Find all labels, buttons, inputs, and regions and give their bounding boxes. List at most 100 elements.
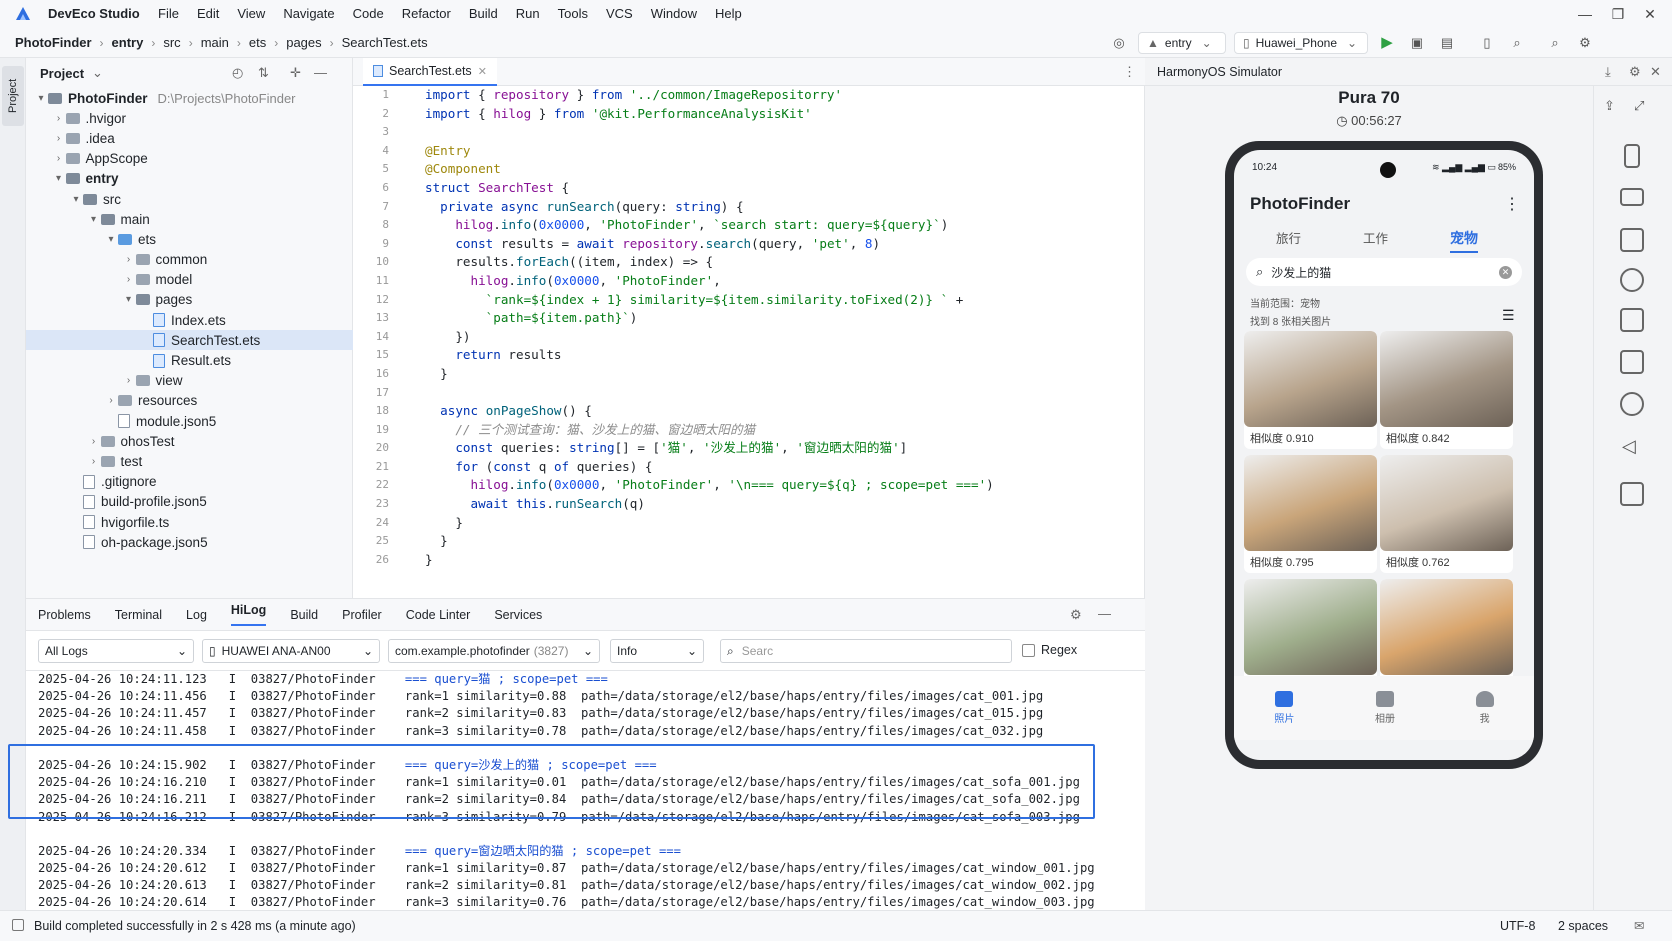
log-search-field[interactable]: ⌕ Searc [720,639,1012,663]
clear-icon[interactable]: ✕ [1499,265,1512,279]
export-icon[interactable]: ⇪ [1604,98,1615,114]
tab-problems[interactable]: Problems [38,608,91,622]
chevron-right-icon[interactable]: › [122,254,136,265]
screenshot-icon[interactable] [1620,228,1644,252]
menu-item-build[interactable]: Build [469,6,498,21]
phone-search-input[interactable]: 沙发上的猫 [1271,264,1331,281]
tree-item[interactable]: › AppScope [26,149,353,169]
settings-icon[interactable]: ⚙ [1576,34,1594,52]
code-content[interactable]: import { repository } from '../common/Im… [425,86,1135,598]
tree-item[interactable]: › common [26,250,353,270]
breadcrumb-item[interactable]: main [201,35,229,50]
tree-item[interactable]: › test [26,451,353,471]
tree-item[interactable]: hvigorfile.ts [26,512,353,532]
result-card[interactable]: 相似度 0.842 [1380,331,1513,449]
tree-item[interactable]: ▾ src [26,189,353,209]
tree-item[interactable]: .gitignore [26,472,353,492]
close-tab-icon[interactable]: ✕ [478,65,487,78]
chevron-right-icon[interactable]: › [122,274,136,285]
list-view-icon[interactable]: ☰ [1502,307,1515,324]
tree-item[interactable]: ▾ PhotoFinder D:\Projects\PhotoFinder [26,88,353,108]
find-icon[interactable]: ⌕ [1508,34,1526,52]
phone-search-bar[interactable]: ⌕ 沙发上的猫 ✕ [1246,258,1522,286]
hide-icon[interactable]: — [314,65,327,80]
tree-item[interactable]: ▾ ets [26,229,353,249]
tree-item[interactable]: oh-package.json5 [26,532,353,552]
breadcrumb-item[interactable]: PhotoFinder [15,35,92,50]
regex-checkbox[interactable] [1022,643,1035,657]
settings-icon[interactable]: ⚙ [1629,64,1641,80]
breadcrumb-item[interactable]: ets [249,35,266,50]
tab-code-linter[interactable]: Code Linter [406,608,471,622]
process-filter-select[interactable]: com.example.photofinder (3827) ⌄ [388,639,600,663]
result-card[interactable]: 相似度 0.910 [1244,331,1377,449]
breadcrumb-item[interactable]: src [163,35,180,50]
run-icon[interactable]: ▶ [1378,34,1396,52]
menu-item-code[interactable]: Code [353,6,384,21]
log-line[interactable]: 2025-04-26 10:24:20.334 I 03827/PhotoFin… [38,843,1118,860]
tab-build[interactable]: Build [290,608,318,622]
rotate-device-icon[interactable] [1624,144,1640,168]
log-line[interactable]: 2025-04-26 10:24:11.123 I 03827/PhotoFin… [38,671,1118,688]
record-icon[interactable] [1620,350,1644,374]
phone-nav-albums[interactable]: 相册 [1375,691,1395,725]
tree-item[interactable]: › model [26,270,353,290]
result-card[interactable] [1244,579,1377,676]
locate-icon[interactable]: ◴ [232,65,243,81]
chevron-right-icon[interactable]: › [87,456,101,467]
menu-item-file[interactable]: File [158,6,179,21]
capture-icon[interactable] [1620,482,1644,506]
breadcrumb-item[interactable]: entry [112,35,144,50]
result-card[interactable] [1380,579,1513,676]
category-tab[interactable]: 旅行 [1276,228,1301,247]
chevron-down-icon[interactable]: ⌄ [92,65,103,81]
chevron-down-icon[interactable]: ▾ [122,294,136,305]
category-tab[interactable]: 工作 [1363,228,1388,247]
device-select[interactable]: ▯ Huawei_Phone ⌄ [1234,32,1368,54]
camera-icon[interactable] [1620,268,1644,292]
download-icon[interactable]: ⤓ [1605,64,1611,80]
tree-item[interactable]: build-profile.json5 [26,492,353,512]
device-filter-select[interactable]: ▯ HUAWEI ANA-AN00 ⌄ [202,639,380,663]
tree-item[interactable]: › resources [26,391,353,411]
breadcrumb-item[interactable]: SearchTest.ets [342,35,428,50]
chevron-down-icon[interactable]: ▾ [104,234,118,245]
tree-item[interactable]: Result.ets [26,350,353,370]
profile-icon[interactable]: ▤ [1438,34,1456,52]
breadcrumb-item[interactable]: pages [286,35,321,50]
tree-item[interactable]: SearchTest.ets [26,330,353,351]
scan-icon[interactable] [1620,308,1644,332]
more-icon[interactable]: ⋮ [1504,194,1520,214]
tree-item[interactable]: module.json5 [26,411,353,431]
chevron-right-icon[interactable]: › [122,375,136,386]
menu-item-vcs[interactable]: VCS [606,6,633,21]
log-scope-select[interactable]: All Logs ⌄ [38,639,194,663]
editor-tab[interactable]: SearchTest.ets ✕ [363,58,497,86]
tab-log[interactable]: Log [186,608,207,622]
menu-item-edit[interactable]: Edit [197,6,219,21]
module-select[interactable]: ▲ entry ⌄ [1138,32,1226,54]
tree-item[interactable]: › .hvigor [26,108,353,128]
device-manager-icon[interactable]: ▯ [1478,34,1496,52]
chevron-right-icon[interactable]: › [87,436,101,447]
tab-profiler[interactable]: Profiler [342,608,382,622]
menu-item-navigate[interactable]: Navigate [283,6,334,21]
chevron-down-icon[interactable]: ▾ [52,173,66,184]
minimize-icon[interactable]: — [1575,4,1595,24]
chevron-down-icon[interactable]: ▾ [34,93,48,104]
tree-item[interactable]: ▾ pages [26,290,353,310]
volume-up-icon[interactable] [1620,392,1644,416]
close-icon[interactable]: ✕ [1640,4,1660,24]
tab-terminal[interactable]: Terminal [115,608,162,622]
target-icon[interactable]: ◎ [1110,34,1128,52]
tab-services[interactable]: Services [494,608,542,622]
menu-item-run[interactable]: Run [516,6,540,21]
fullscreen-icon[interactable]: ⤢ [1634,98,1644,114]
phone-nav-profile[interactable]: 我 [1475,691,1494,725]
menu-item-help[interactable]: Help [715,6,742,21]
tree-item[interactable]: ▾ entry [26,169,353,189]
settings-icon[interactable]: ⚙ [1070,607,1082,623]
menu-item-tools[interactable]: Tools [558,6,588,21]
chevron-right-icon[interactable]: › [104,395,118,406]
log-line[interactable]: 2025-04-26 10:24:11.457 I 03827/PhotoFin… [38,705,1118,722]
